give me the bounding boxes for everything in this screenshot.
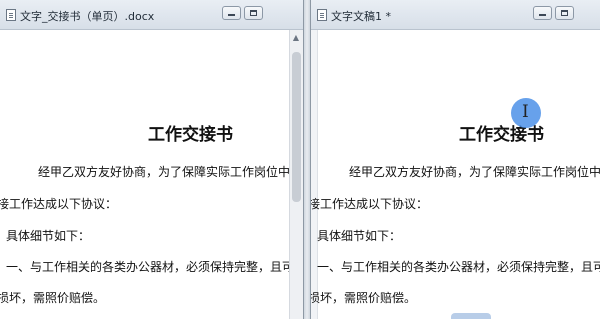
left-window-title: 文字_交接书（单页）.docx xyxy=(20,10,155,23)
minimize-button[interactable] xyxy=(222,6,241,20)
document-icon xyxy=(317,9,327,21)
paragraph-line-5: 损坏，需照价赔偿。 xyxy=(311,291,417,305)
right-document-page[interactable]: 工作交接书 经甲乙双方友好协商，为了保障实际工作岗位中 接工作达成以下协议： 具… xyxy=(311,30,600,319)
maximize-button[interactable] xyxy=(555,6,574,20)
left-title-bar[interactable]: 文字_交接书（单页）.docx xyxy=(0,0,303,30)
minimize-button[interactable] xyxy=(533,6,552,20)
bottom-indicator xyxy=(451,313,491,319)
paragraph-line-4: 一、与工作相关的各类办公器材，必须保持完整，且可 xyxy=(6,260,295,274)
paragraph-line-1: 经甲乙双方友好协商，为了保障实际工作岗位中 xyxy=(38,165,291,179)
right-title-bar[interactable]: 文字文稿1 * xyxy=(311,0,600,30)
paragraph-line-2: 接工作达成以下协议： xyxy=(0,197,118,211)
paragraph-line-5: 损坏，需照价赔偿。 xyxy=(0,291,106,305)
paragraph-line-3: 具体细节如下： xyxy=(6,229,91,243)
left-document-page[interactable]: 工作交接书 经甲乙双方友好协商，为了保障实际工作岗位中 接工作达成以下协议： 具… xyxy=(0,30,303,319)
document-icon xyxy=(6,9,16,21)
document-heading: 工作交接书 xyxy=(148,125,233,145)
maximize-button[interactable] xyxy=(244,6,263,20)
right-document-window: 文字文稿1 * 工作交接书 经甲乙双方友好协商，为了保障实际工作岗位中 接工作达… xyxy=(311,0,600,319)
paragraph-line-3: 具体细节如下： xyxy=(317,229,402,243)
paragraph-line-4: 一、与工作相关的各类办公器材，必须保持完整，且可 xyxy=(317,260,600,274)
text-cursor-icon: I xyxy=(522,102,529,122)
window-divider xyxy=(303,0,311,319)
scroll-up-icon[interactable]: ▲ xyxy=(292,34,300,42)
vertical-scrollbar[interactable]: ▲ xyxy=(289,30,303,319)
paragraph-line-2: 接工作达成以下协议： xyxy=(311,197,429,211)
right-window-title: 文字文稿1 * xyxy=(331,10,391,23)
scroll-thumb[interactable] xyxy=(292,52,301,202)
left-document-window: 文字_交接书（单页）.docx 工作交接书 经甲乙双方友好协商，为了保障实际工作… xyxy=(0,0,303,319)
paragraph-line-1: 经甲乙双方友好协商，为了保障实际工作岗位中 xyxy=(349,165,600,179)
